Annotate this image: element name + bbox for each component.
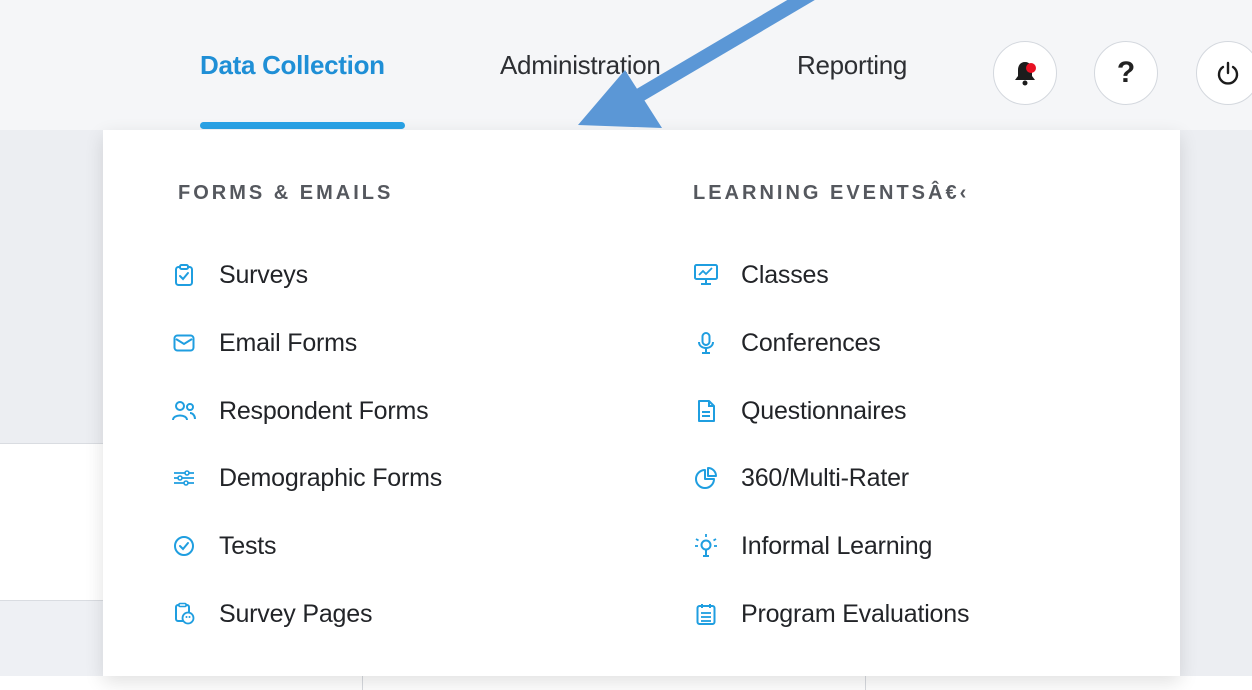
notification-badge: [1026, 63, 1036, 73]
sliders-icon: [171, 465, 197, 491]
active-tab-indicator: [200, 122, 405, 129]
menu-item-label: Respondent Forms: [219, 396, 429, 425]
menu-item-respondent-forms[interactable]: Respondent Forms: [171, 391, 429, 431]
divider: [865, 676, 866, 690]
clipboard-check-icon: [171, 262, 197, 288]
section-heading-learning-events: LEARNING EVENTSÂ€‹: [693, 182, 970, 204]
people-icon: [171, 398, 197, 424]
envelope-icon: [171, 330, 197, 356]
menu-item-label: Demographic Forms: [219, 463, 443, 492]
menu-item-label: Email Forms: [219, 328, 358, 357]
background-panel: [0, 444, 103, 601]
menu-item-classes[interactable]: Classes: [693, 255, 829, 295]
tab-administration[interactable]: Administration: [500, 50, 661, 81]
lightbulb-icon: [693, 533, 719, 559]
menu-item-label: Surveys: [219, 260, 308, 289]
logout-button[interactable]: [1196, 41, 1252, 105]
data-collection-dropdown: FORMS & EMAILS Surveys Email Forms Respo…: [103, 130, 1180, 676]
tab-data-collection[interactable]: Data Collection: [200, 50, 385, 81]
bell-icon: [1015, 62, 1036, 86]
help-icon: ?: [1116, 56, 1136, 89]
pie-chart-icon: [693, 465, 719, 491]
menu-item-tests[interactable]: Tests: [171, 526, 277, 566]
menu-item-surveys[interactable]: Surveys: [171, 255, 308, 295]
presentation-chart-icon: [693, 262, 719, 288]
check-circle-icon: [171, 533, 197, 559]
section-heading-forms-emails: FORMS & EMAILS: [178, 182, 394, 204]
menu-item-label: 360/Multi-Rater: [741, 463, 909, 492]
menu-item-email-forms[interactable]: Email Forms: [171, 323, 357, 363]
background-panel: [1180, 130, 1252, 676]
notifications-button[interactable]: [993, 41, 1057, 105]
top-nav-bar: Data Collection Administration Reporting…: [0, 0, 1252, 131]
tab-reporting[interactable]: Reporting: [797, 50, 907, 81]
menu-item-label: Survey Pages: [219, 599, 373, 628]
menu-item-questionnaires[interactable]: Questionnaires: [693, 391, 907, 431]
menu-item-label: Classes: [741, 260, 829, 289]
background-panel: [0, 676, 1252, 690]
divider: [362, 676, 363, 690]
menu-item-label: Conferences: [741, 328, 881, 357]
power-icon: [1217, 61, 1239, 85]
menu-item-conferences[interactable]: Conferences: [693, 323, 881, 363]
menu-item-demographic-forms[interactable]: Demographic Forms: [171, 458, 442, 498]
microphone-icon: [693, 330, 719, 356]
menu-item-360-multi-rater[interactable]: 360/Multi-Rater: [693, 458, 909, 498]
menu-item-survey-pages[interactable]: Survey Pages: [171, 594, 372, 634]
menu-item-label: Questionnaires: [741, 396, 907, 425]
menu-item-program-evaluations[interactable]: Program Evaluations: [693, 594, 969, 634]
pages-palette-icon: [171, 601, 197, 627]
calendar-list-icon: [693, 601, 719, 627]
menu-item-informal-learning[interactable]: Informal Learning: [693, 526, 932, 566]
menu-item-label: Program Evaluations: [741, 599, 970, 628]
background-panel: [0, 130, 103, 444]
help-button[interactable]: ?: [1094, 41, 1158, 105]
menu-item-label: Tests: [219, 531, 277, 560]
menu-item-label: Informal Learning: [741, 531, 933, 560]
document-icon: [693, 398, 719, 424]
